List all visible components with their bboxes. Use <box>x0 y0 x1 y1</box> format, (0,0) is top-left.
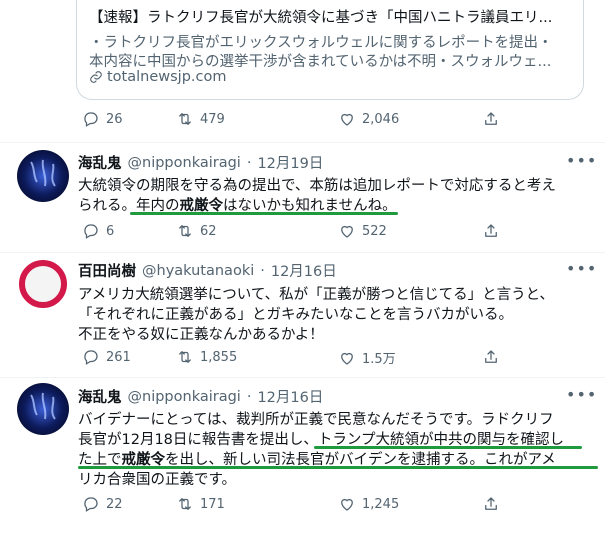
divider <box>0 142 605 143</box>
reply-icon <box>84 350 98 365</box>
heart-icon <box>341 352 353 365</box>
divider <box>0 377 605 378</box>
avatar[interactable] <box>17 383 69 435</box>
share-button[interactable] <box>482 222 500 240</box>
tweet-header: 海乱鬼 @nipponkairagi · 12月16日 <box>78 386 323 407</box>
tweet-date[interactable]: 12月16日 <box>271 260 337 281</box>
action-bar: 22 171 1,245 <box>82 495 512 517</box>
more-options-icon[interactable]: ••• <box>566 151 597 170</box>
tweet-text-line: バイデナーにとっては、裁判所が正義で民意なんだそうです。ラドクリフ <box>78 412 554 428</box>
share-icon <box>485 224 497 237</box>
green-underline <box>130 212 398 215</box>
reply-button[interactable]: 22 <box>82 495 123 513</box>
avatar[interactable] <box>17 258 69 310</box>
share-icon <box>485 112 497 125</box>
user-handle[interactable]: @nipponkairagi <box>128 389 241 405</box>
more-options-icon[interactable]: ••• <box>566 385 597 404</box>
retweet-icon <box>179 113 191 125</box>
heart-icon <box>341 225 353 238</box>
link-card-description-line1: ・ラトクリフ長官がエリックスウォルウェルに関するレポートを提出・ <box>89 35 553 51</box>
link-card[interactable]: 【速報】ラトクリフ長官が大統領令に基づき「中国ハニトラ議員エリ... ・ラトクリ… <box>76 0 584 100</box>
retweet-button[interactable]: 171 <box>176 495 225 513</box>
avatar-image <box>17 150 69 202</box>
like-button[interactable]: 522 <box>338 222 387 240</box>
like-button[interactable]: 1,245 <box>338 495 399 513</box>
like-button[interactable]: 1.5万 <box>338 348 396 367</box>
tweet-text-line: 「それぞれに正義がある」とガキみたいなことを言うバカがいる。 <box>78 307 513 323</box>
display-name[interactable]: 海乱鬼 <box>78 386 122 407</box>
tweet-text-line: 不正をやる奴に正義なんかあるかよ！ <box>78 327 324 343</box>
retweet-count: 62 <box>200 223 217 239</box>
tweet-header: 百田尚樹 @hyakutanaoki · 12月16日 <box>78 260 337 281</box>
reply-icon <box>84 224 98 239</box>
like-count: 1.5万 <box>362 352 396 367</box>
retweet-button[interactable]: 479 <box>176 110 225 128</box>
divider <box>0 252 605 253</box>
tweet-text-line: 大統領令の期限を守る為の提出で、本筋は追加レポートで対応すると考え <box>78 178 556 194</box>
display-name[interactable]: 海乱鬼 <box>78 152 122 173</box>
like-count: 522 <box>362 223 387 239</box>
retweet-icon <box>179 351 191 363</box>
retweet-count: 1,855 <box>200 349 238 365</box>
share-button[interactable] <box>482 110 500 128</box>
heart-icon <box>341 113 353 126</box>
reply-count: 22 <box>106 496 123 512</box>
retweet-count: 479 <box>200 111 225 127</box>
link-card-description-line2: 本内容に中国からの選挙干渉が含まれているかは不明・スウォルウェ... <box>89 54 552 70</box>
share-icon <box>485 350 497 363</box>
retweet-button[interactable]: 62 <box>176 222 217 240</box>
reply-icon <box>84 497 98 512</box>
user-handle[interactable]: @hyakutanaoki <box>142 263 254 279</box>
avatar[interactable] <box>17 150 69 202</box>
retweet-count: 171 <box>200 496 225 512</box>
retweet-icon <box>179 498 191 510</box>
reply-button[interactable]: 261 <box>82 348 131 366</box>
reply-icon <box>84 112 98 127</box>
reply-count: 261 <box>106 349 131 365</box>
like-button[interactable]: 2,046 <box>338 110 399 128</box>
reply-button[interactable]: 6 <box>82 222 114 240</box>
share-button[interactable] <box>482 495 500 513</box>
share-button[interactable] <box>482 348 500 366</box>
reply-button[interactable]: 26 <box>82 110 123 128</box>
avatar-image <box>17 383 69 435</box>
like-count: 1,245 <box>362 496 400 512</box>
tweet-date[interactable]: 12月19日 <box>257 152 323 173</box>
avatar-image <box>17 258 69 310</box>
action-bar: 261 1,855 1.5万 <box>82 348 512 370</box>
user-handle[interactable]: @nipponkairagi <box>128 155 241 171</box>
display-name[interactable]: 百田尚樹 <box>78 260 136 281</box>
retweet-button[interactable]: 1,855 <box>176 348 237 366</box>
reply-count: 26 <box>106 111 123 127</box>
heart-icon <box>341 498 353 511</box>
tweet-header: 海乱鬼 @nipponkairagi · 12月19日 <box>78 152 323 173</box>
action-bar: 26 479 2,046 <box>82 110 512 132</box>
reply-count: 6 <box>106 223 115 239</box>
action-bar: 6 62 522 <box>82 222 512 244</box>
tweet-date[interactable]: 12月16日 <box>257 386 323 407</box>
more-options-icon[interactable]: ••• <box>566 259 597 278</box>
link-card-domain-text: totalnewsjp.com <box>107 69 227 85</box>
link-card-domain: totalnewsjp.com <box>89 69 227 85</box>
like-count: 2,046 <box>362 111 400 127</box>
tweet-text-line: リカ合衆国の正義です。 <box>78 472 237 488</box>
link-card-title: 【速報】ラトクリフ長官が大統領令に基づき「中国ハニトラ議員エリ... <box>89 10 553 26</box>
link-icon <box>90 71 102 83</box>
tweet-text-line: アメリカ大統領選挙について、私が「正義が勝つと信じてる」と言うと、 <box>78 287 555 303</box>
share-icon <box>485 497 497 510</box>
retweet-icon <box>179 225 191 237</box>
